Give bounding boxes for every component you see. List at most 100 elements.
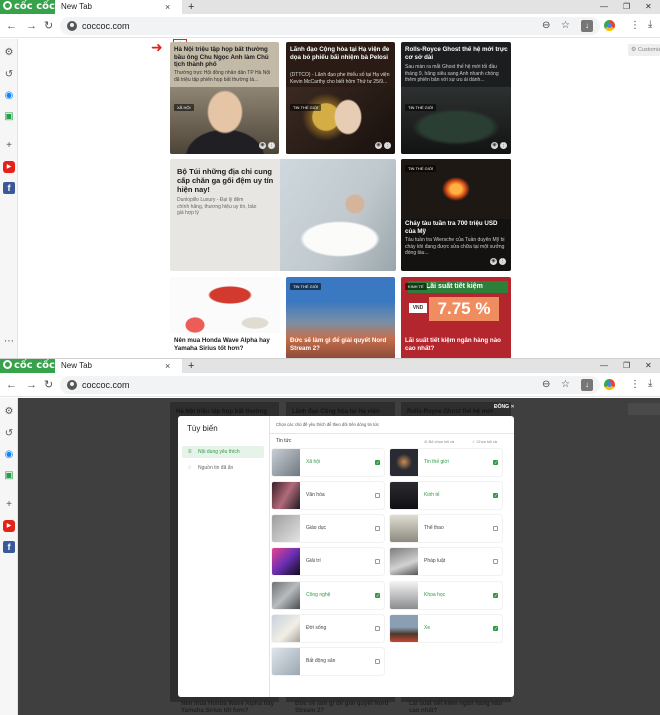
menu-icon[interactable]: ⋮ bbox=[630, 378, 640, 392]
reload-icon[interactable]: ↻ bbox=[44, 19, 53, 33]
hide-icon[interactable]: ◉ bbox=[491, 142, 498, 149]
topic-checkbox[interactable]: ✓ bbox=[493, 460, 498, 465]
topic-checkbox[interactable]: ✓ bbox=[493, 593, 498, 598]
ad-card[interactable]: Bộ Túi những địa chỉ cung cấp chăn ga gố… bbox=[170, 159, 396, 271]
topic-checkbox[interactable]: ✓ bbox=[493, 493, 498, 498]
card-more-icon[interactable]: ⋮ bbox=[499, 258, 506, 265]
news-card[interactable]: TIN THẾ GIỚI Đức sẽ làm gì để giải quyết… bbox=[286, 277, 395, 358]
news-card[interactable]: Lãnh đạo Cộng hòa tại Hạ viện đe dọa bỏ … bbox=[286, 42, 395, 154]
back-icon[interactable]: ← bbox=[6, 378, 17, 392]
topic-kinh-te[interactable]: Kinh tế ✓ bbox=[390, 482, 502, 509]
new-tab-button[interactable]: + bbox=[188, 0, 194, 14]
tab-new-tab[interactable]: New Tab bbox=[55, 359, 182, 373]
game-controller-icon[interactable]: ▣ bbox=[3, 111, 15, 123]
zoom-icon[interactable]: ⊖ bbox=[542, 378, 550, 392]
topic-giai-tri[interactable]: Giải trí ✓ bbox=[272, 548, 384, 575]
facebook-icon[interactable]: f bbox=[3, 182, 15, 194]
topic-doi-song[interactable]: Đời sống ✓ bbox=[272, 615, 384, 642]
youtube-icon[interactable]: ▶ bbox=[3, 520, 15, 532]
news-card[interactable]: Rolls-Royce Ghost thế hệ mới trực cơ sở … bbox=[401, 42, 511, 154]
card-more-icon[interactable]: ⋮ bbox=[268, 142, 275, 149]
maximize-icon[interactable]: ❐ bbox=[623, 0, 630, 14]
card-more-icon[interactable]: ⋮ bbox=[384, 142, 391, 149]
close-dialog-button[interactable]: ĐÓNG ✕ bbox=[494, 404, 515, 411]
topic-checkbox[interactable]: ✓ bbox=[375, 460, 380, 465]
maximize-icon[interactable]: ❐ bbox=[623, 359, 630, 373]
bookmark-star-icon[interactable]: ☆ bbox=[561, 19, 570, 33]
topic-phap-luat[interactable]: Pháp luật ✓ bbox=[390, 548, 502, 575]
messenger-icon[interactable]: ◉ bbox=[3, 449, 15, 461]
youtube-icon[interactable]: ▶ bbox=[3, 161, 15, 173]
card-more-icon[interactable]: ⋮ bbox=[500, 142, 507, 149]
facebook-icon[interactable]: f bbox=[3, 541, 15, 553]
topic-checkbox[interactable]: ✓ bbox=[493, 526, 498, 531]
news-card[interactable]: TIN THẾ GIỚI Cháy tàu tuần tra 700 triệu… bbox=[401, 159, 511, 271]
nav-hidden-sources[interactable]: ◌ Nguồn tin đã ẩn bbox=[182, 462, 264, 474]
hide-icon[interactable]: ◉ bbox=[490, 258, 497, 265]
news-card[interactable]: Hà Nội triệu tập họp bất thường bầu ông … bbox=[170, 42, 279, 154]
topic-khoa-hoc[interactable]: Khoa học ✓ bbox=[390, 582, 502, 609]
section-title: Tin tức bbox=[276, 438, 292, 444]
hide-icon[interactable]: ◉ bbox=[375, 142, 382, 149]
extension-icon[interactable] bbox=[604, 20, 615, 31]
forward-icon[interactable]: → bbox=[26, 378, 37, 392]
hide-icon[interactable]: ◉ bbox=[259, 142, 266, 149]
topic-cong-nghe[interactable]: Công nghệ ✓ bbox=[272, 582, 384, 609]
tab-close-icon[interactable]: × bbox=[165, 359, 170, 373]
downloads-icon[interactable]: ⤓ bbox=[648, 18, 652, 32]
card-desc: Dunlopillo Luxury - Đại lý đệm chính hãn… bbox=[177, 197, 257, 216]
zoom-icon[interactable]: ⊖ bbox=[542, 19, 550, 33]
address-bar[interactable]: coccoc.com ⊖ ☆ ↓ bbox=[60, 376, 600, 394]
topic-checkbox[interactable]: ✓ bbox=[375, 559, 380, 564]
coccoc-brand[interactable]: cốc cốc bbox=[0, 0, 55, 14]
topic-xe[interactable]: Xe ✓ bbox=[390, 615, 502, 642]
menu-icon[interactable]: ⋮ bbox=[630, 19, 640, 33]
tab-close-icon[interactable]: × bbox=[165, 0, 170, 14]
topic-bat-dong-san[interactable]: Bất động sản ✓ bbox=[272, 648, 384, 675]
extension-icon[interactable] bbox=[604, 379, 615, 390]
deselect-all-link[interactable]: ⊘ Bỏ chọn tất cả bbox=[424, 439, 454, 445]
news-card[interactable]: Nên mua Honda Wave Alpha hay Yamaha Siri… bbox=[170, 277, 280, 358]
select-all-link[interactable]: ✓ Chọn tất cả bbox=[472, 439, 497, 445]
topic-checkbox[interactable]: ✓ bbox=[493, 626, 498, 631]
close-window-icon[interactable]: ✕ bbox=[645, 0, 652, 14]
settings-gear-icon[interactable]: ⚙ bbox=[3, 406, 15, 418]
topic-xa-hoi[interactable]: Xã hội ✓ bbox=[272, 449, 384, 476]
tab-new-tab[interactable]: New Tab bbox=[55, 0, 182, 14]
topic-the-thao[interactable]: Thể thao ✓ bbox=[390, 515, 502, 542]
topic-checkbox[interactable]: ✓ bbox=[375, 526, 380, 531]
new-tab-button[interactable]: + bbox=[188, 359, 194, 373]
topic-checkbox[interactable]: ✓ bbox=[375, 626, 380, 631]
messenger-icon[interactable]: ◉ bbox=[3, 90, 15, 102]
address-bar[interactable]: coccoc.com ⊖ ☆ ↓ bbox=[60, 17, 600, 35]
minimize-icon[interactable]: — bbox=[600, 359, 608, 373]
add-icon[interactable]: + bbox=[3, 140, 15, 152]
topic-checkbox[interactable]: ✓ bbox=[375, 493, 380, 498]
game-controller-icon[interactable]: ▣ bbox=[3, 470, 15, 482]
history-icon[interactable]: ↺ bbox=[3, 69, 15, 81]
dimmed-overlay[interactable]: Hà Nội triệu tập họp bất thường Lãnh đạo… bbox=[18, 398, 660, 715]
settings-gear-icon[interactable]: ⚙ bbox=[3, 47, 15, 59]
bookmark-star-icon[interactable]: ☆ bbox=[561, 378, 570, 392]
close-window-icon[interactable]: ✕ bbox=[645, 359, 652, 373]
topic-van-hoa[interactable]: Văn hóa ✓ bbox=[272, 482, 384, 509]
coccoc-brand[interactable]: cốc cốc bbox=[0, 359, 55, 373]
history-icon[interactable]: ↺ bbox=[3, 428, 15, 440]
topic-checkbox[interactable]: ✓ bbox=[375, 659, 380, 664]
reload-icon[interactable]: ↻ bbox=[44, 378, 53, 392]
minimize-icon[interactable]: — bbox=[600, 0, 608, 14]
customize-button[interactable]: Customize bbox=[628, 44, 660, 56]
forward-icon[interactable]: → bbox=[26, 19, 37, 33]
news-card[interactable]: Lãi suất tiết kiệm KINH TẾ VND 7.75 % Lã… bbox=[401, 277, 511, 358]
back-icon[interactable]: ← bbox=[6, 19, 17, 33]
download-video-icon[interactable]: ↓ bbox=[581, 379, 593, 391]
add-icon[interactable]: + bbox=[3, 499, 15, 511]
topic-checkbox[interactable]: ✓ bbox=[375, 593, 380, 598]
nav-favorite-content[interactable]: ≡ Nội dung yêu thích bbox=[182, 446, 264, 458]
topic-checkbox[interactable]: ✓ bbox=[493, 559, 498, 564]
more-icon[interactable]: ⋯ bbox=[3, 336, 15, 348]
downloads-icon[interactable]: ⤓ bbox=[648, 377, 652, 391]
download-video-icon[interactable]: ↓ bbox=[581, 20, 593, 32]
topic-giao-duc[interactable]: Giáo dục ✓ bbox=[272, 515, 384, 542]
topic-tin-the-gioi[interactable]: Tin thế giới ✓ bbox=[390, 449, 502, 476]
